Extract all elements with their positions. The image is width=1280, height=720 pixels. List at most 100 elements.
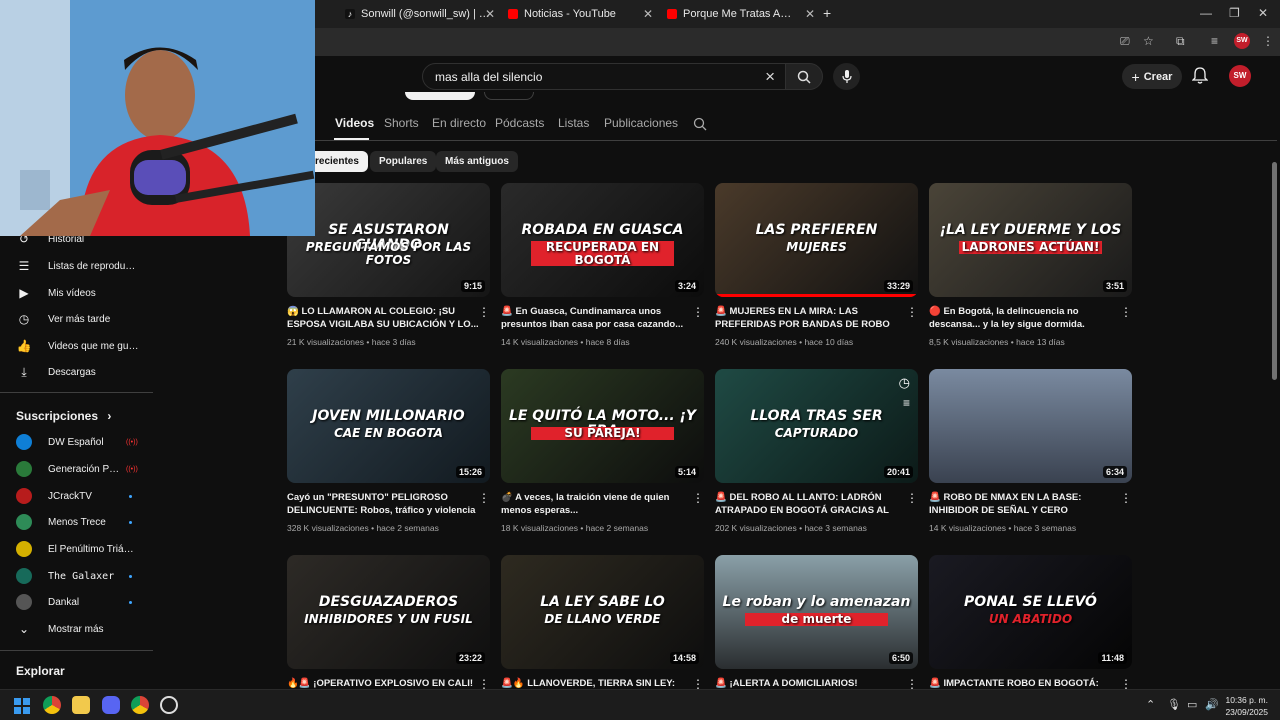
video-meta: 240 K visualizaciones • hace 10 días xyxy=(715,337,854,347)
clock-time: 10:36 p. m. xyxy=(1225,695,1268,705)
tab-playlists[interactable]: Listas xyxy=(558,116,589,130)
add-to-queue-icon[interactable]: ≡ xyxy=(903,396,910,410)
channel-avatar xyxy=(16,514,32,530)
sidebar-item-watch-later[interactable]: ◷ Ver más tarde xyxy=(0,306,153,332)
sidebar-item-liked[interactable]: 👍 Videos que me gustan xyxy=(0,333,153,359)
tab-podcasts[interactable]: Pódcasts xyxy=(495,116,544,130)
more-options-icon[interactable]: ⋮ xyxy=(1120,305,1132,319)
video-thumbnail[interactable]: Le roban y lo amenazan de muerte 6:50 xyxy=(715,555,918,669)
close-icon[interactable]: ✕ xyxy=(485,7,495,21)
chevron-down-icon: ⌄ xyxy=(18,622,30,636)
create-button[interactable]: + Crear xyxy=(1122,64,1182,89)
channel-search-icon[interactable] xyxy=(693,117,707,131)
video-title[interactable]: 🚨 ROBO DE NMAX EN LA BASE: INHIBIDOR DE … xyxy=(929,491,1121,517)
voice-search-button[interactable] xyxy=(833,63,860,90)
browser-tab[interactable]: Porque Me Tratas Así - YouTube ✕ xyxy=(667,3,815,25)
sidebar-item-my-videos[interactable]: ▶ Mis vídeos xyxy=(0,280,153,306)
video-title[interactable]: 🚨 DEL ROBO AL LLANTO: LADRÓN ATRAPADO EN… xyxy=(715,491,907,517)
extensions-icon[interactable]: ⧉ xyxy=(1176,34,1185,49)
sidebar-subscription[interactable]: Menos Trece xyxy=(0,509,153,535)
file-explorer-icon[interactable] xyxy=(72,696,90,714)
clock[interactable]: 10:36 p. m. 23/09/2025 xyxy=(1225,694,1268,718)
chrome-icon[interactable] xyxy=(131,696,149,714)
browser-menu-icon[interactable]: ⋮ xyxy=(1262,34,1274,48)
video-thumbnail[interactable]: LA LEY SABE LO DE LLANO VERDE 14:58 xyxy=(501,555,704,669)
more-options-icon[interactable]: ⋮ xyxy=(692,305,704,319)
channel-avatar xyxy=(16,434,32,450)
sidebar-subscription[interactable]: El Penúltimo Triángulo xyxy=(0,536,153,562)
sidebar-subscription[interactable]: Generación Pentagono ((•)) xyxy=(0,456,153,482)
sidebar-subscription[interactable]: JCrackTV xyxy=(0,483,153,509)
video-thumbnail[interactable]: DESGUAZADEROS INHIBIDORES Y UN FUSIL 23:22 xyxy=(287,555,490,669)
more-options-icon[interactable]: ⋮ xyxy=(1120,491,1132,505)
video-title[interactable]: 💣 A veces, la traición viene de quien me… xyxy=(501,491,693,517)
cast-icon[interactable]: ⎚ xyxy=(1120,34,1130,49)
close-icon[interactable]: ✕ xyxy=(805,7,815,21)
browser-profile-avatar[interactable]: SW xyxy=(1234,33,1250,49)
more-options-icon[interactable]: ⋮ xyxy=(906,491,918,505)
tab-videos[interactable]: Videos xyxy=(335,116,374,130)
video-thumbnail[interactable]: PONAL SE LLEVÓ UN ABATIDO 11:48 xyxy=(929,555,1132,669)
notifications-bell-icon[interactable] xyxy=(1192,67,1208,85)
video-thumbnail[interactable]: LLORA TRAS SER CAPTURADO 20:41 ◷ ≡ xyxy=(715,369,918,483)
video-thumbnail[interactable]: 6:34 xyxy=(929,369,1132,483)
video-title[interactable]: 🚨 MUJERES EN LA MIRA: LAS PREFERIDAS POR… xyxy=(715,305,907,331)
video-title[interactable]: 🚨 En Guasca, Cundinamarca unos presuntos… xyxy=(501,305,693,331)
discord-icon[interactable] xyxy=(102,696,120,714)
network-icon[interactable]: ▭ xyxy=(1187,698,1197,711)
watch-progress-bar xyxy=(715,294,918,297)
chevron-up-icon[interactable]: ⌃ xyxy=(1146,698,1155,711)
sidebar-subscription[interactable]: The Galaxer xyxy=(0,563,153,589)
volume-icon[interactable]: 🔊 xyxy=(1205,698,1219,711)
channel-button-partial[interactable] xyxy=(484,92,534,100)
new-tab-icon[interactable]: + xyxy=(823,5,831,21)
more-options-icon[interactable]: ⋮ xyxy=(692,491,704,505)
video-thumbnail[interactable]: ¡LA LEY DUERME Y LOS LADRONES ACTÚAN! 3:51 xyxy=(929,183,1132,297)
chip-popular[interactable]: Populares xyxy=(370,151,437,172)
user-avatar[interactable]: SW xyxy=(1229,65,1251,87)
sidebar-item-playlists[interactable]: ☰ Listas de reproducción xyxy=(0,253,153,279)
video-title[interactable]: 😱 LO LLAMARON AL COLEGIO: ¡SU ESPOSA VIG… xyxy=(287,305,479,331)
restore-icon[interactable]: ❐ xyxy=(1229,6,1240,20)
video-thumbnail[interactable]: LAS PREFIEREN MUJERES 33:29 xyxy=(715,183,918,297)
video-title[interactable]: Cayó un "PRESUNTO" PELIGROSO DELINCUENTE… xyxy=(287,491,479,517)
search-input[interactable]: mas alla del silencio × xyxy=(422,63,786,90)
more-options-icon[interactable]: ⋮ xyxy=(906,305,918,319)
video-thumbnail[interactable]: SE ASUSTARON CUANDO PREGUNTAMOS POR LAS F… xyxy=(287,183,490,297)
subscriptions-heading[interactable]: Suscripciones › xyxy=(16,409,111,423)
browser-tab[interactable]: Noticias - YouTube ✕ xyxy=(508,3,653,25)
browser-tab[interactable]: ♪ Sonwill (@sonwill_sw) | TikTok ✕ xyxy=(345,3,495,25)
reading-list-icon[interactable]: ≡ xyxy=(1211,34,1218,48)
search-button[interactable] xyxy=(785,63,823,90)
more-options-icon[interactable]: ⋮ xyxy=(478,305,490,319)
close-window-icon[interactable]: ✕ xyxy=(1258,6,1268,20)
video-thumbnail[interactable]: JOVEN MILLONARIO CAE EN BOGOTA 15:26 xyxy=(287,369,490,483)
sidebar-subscription[interactable]: Dankal xyxy=(0,589,153,615)
sidebar-item-label: Listas de reproducción xyxy=(48,260,140,272)
video-thumbnail[interactable]: LE QUITÓ LA MOTO... ¡Y ERASU PAREJA!5:14 xyxy=(501,369,704,483)
sidebar-show-more[interactable]: ⌄ Mostrar más xyxy=(0,616,153,642)
chip-oldest[interactable]: Más antiguos xyxy=(436,151,518,172)
video-title[interactable]: 🔴 En Bogotá, la delincuencia no descansa… xyxy=(929,305,1121,331)
tab-live[interactable]: En directo xyxy=(432,116,486,130)
taskbar: ⌃ 🎙 ▭ 🔊 10:36 p. m. 23/09/2025 xyxy=(0,689,1280,720)
obs-icon[interactable] xyxy=(160,696,178,714)
watch-later-icon[interactable]: ◷ xyxy=(899,375,910,391)
more-options-icon[interactable]: ⋮ xyxy=(478,491,490,505)
microphone-icon[interactable]: 🎙 xyxy=(1167,698,1181,711)
video-thumbnail[interactable]: ROBADA EN GUASCA RECUPERADA EN BOGOTÁ 3:24 xyxy=(501,183,704,297)
tab-posts[interactable]: Publicaciones xyxy=(604,116,678,130)
clear-search-icon[interactable]: × xyxy=(765,67,775,87)
bookmark-star-icon[interactable]: ☆ xyxy=(1143,34,1154,48)
channel-button-partial[interactable] xyxy=(405,92,475,100)
scrollbar-thumb[interactable] xyxy=(1272,162,1277,380)
windows-start-icon[interactable] xyxy=(14,698,30,714)
close-icon[interactable]: ✕ xyxy=(643,7,653,21)
chrome-icon[interactable] xyxy=(43,696,61,714)
sidebar-item-downloads[interactable]: ⤓ Descargas xyxy=(0,359,153,385)
sidebar-subscription[interactable]: DW Español ((•)) xyxy=(0,429,153,455)
sidebar-item-label: Ver más tarde xyxy=(48,313,111,325)
minimize-icon[interactable]: — xyxy=(1200,6,1212,20)
thumbnail-caption: INHIBIDORES Y UN FUSIL xyxy=(304,612,473,626)
tab-shorts[interactable]: Shorts xyxy=(384,116,419,130)
